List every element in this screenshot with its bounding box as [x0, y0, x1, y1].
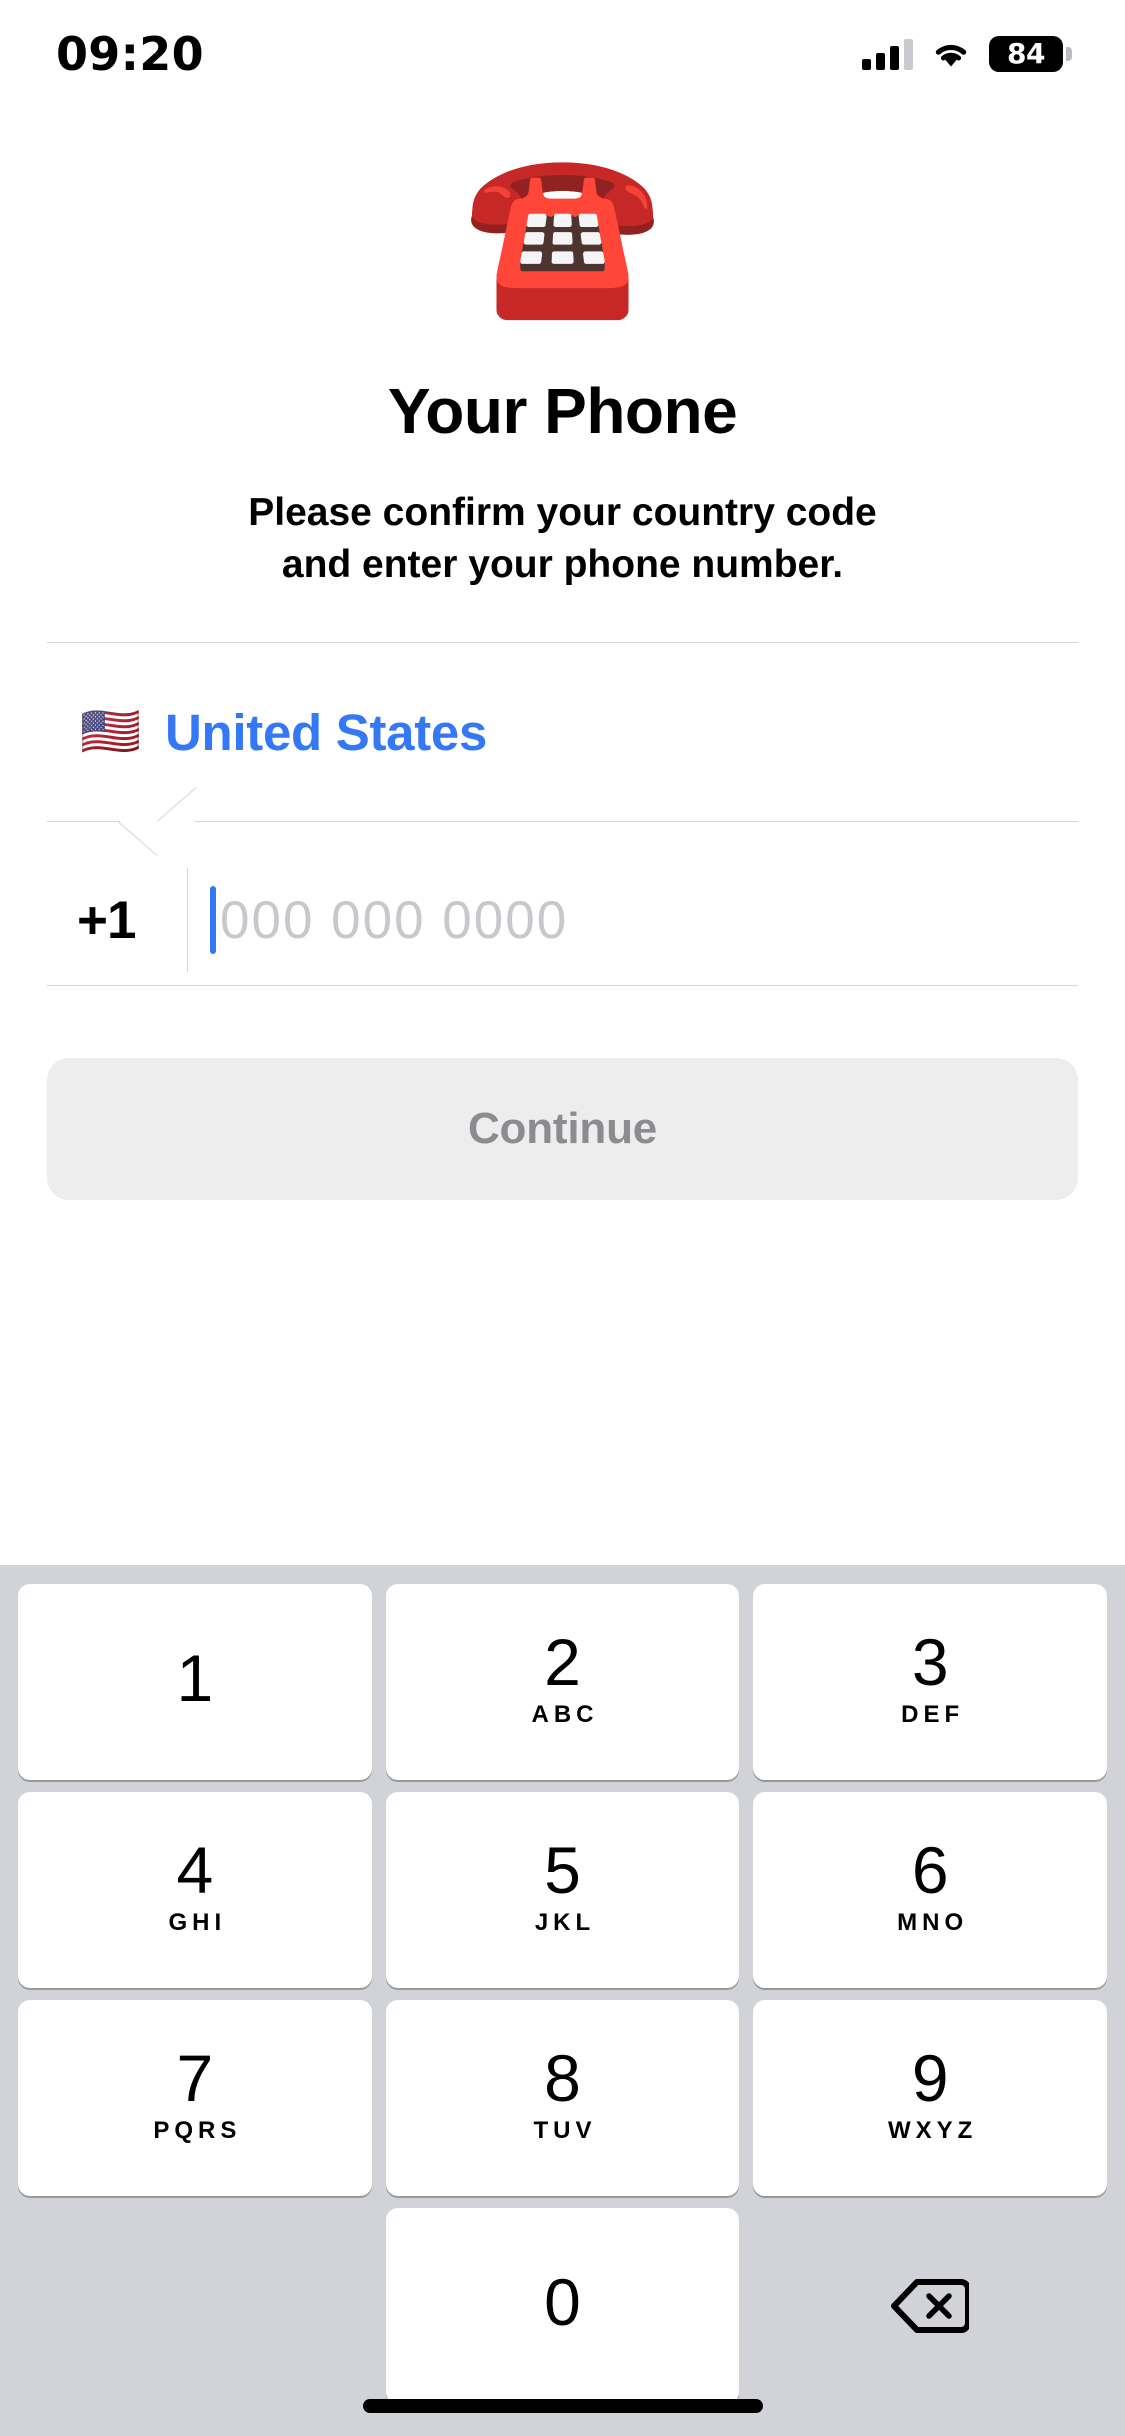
keypad-key-3-digit: 3 [911, 1625, 949, 1700]
numeric-keypad: 1 2 ABC 3 DEF 4 GHI 5 JKL 6 MNO 7 PQRS 8… [0, 1565, 1125, 2436]
wifi-icon [931, 39, 971, 69]
page-subtitle-line-1: Please confirm your country code [248, 491, 877, 535]
telephone-emoji: ☎️ [462, 142, 663, 321]
keypad-key-9-digit: 9 [911, 2041, 949, 2116]
keypad-key-7-digit: 7 [176, 2041, 214, 2116]
country-selector[interactable]: 🇺🇸 United States [47, 643, 1078, 821]
country-flag-icon: 🇺🇸 [80, 704, 142, 759]
keypad-key-4-digit: 4 [176, 1833, 214, 1908]
status-bar-time: 09:20 [56, 27, 204, 81]
keypad-row-1: 1 2 ABC 3 DEF [11, 1584, 1114, 1792]
home-indicator [362, 2399, 763, 2413]
status-bar: 09:20 84 [0, 0, 1125, 100]
status-bar-indicators: 84 [862, 36, 1072, 72]
country-name-label: United States [165, 703, 488, 761]
keypad-key-7[interactable]: 7 PQRS [18, 2000, 372, 2196]
country-code-label: +1 [77, 890, 136, 950]
keypad-row-3: 7 PQRS 8 TUV 9 WXYZ [11, 2000, 1114, 2208]
main-content: ☎️ Your Phone Please confirm your countr… [0, 100, 1125, 1201]
keypad-key-1-digit: 1 [176, 1641, 214, 1716]
keypad-key-0-digit: 0 [544, 2265, 581, 2340]
keypad-key-2[interactable]: 2 ABC [385, 1584, 740, 1780]
text-caret [210, 886, 216, 955]
keypad-key-5[interactable]: 5 JKL [385, 1792, 740, 1988]
continue-button[interactable]: Continue [47, 1058, 1078, 1201]
page-subtitle-line-2: and enter your phone number. [281, 542, 844, 586]
keypad-key-0[interactable]: 0 [385, 2208, 740, 2404]
keypad-key-6-digit: 6 [911, 1833, 949, 1908]
divider-bottom [47, 985, 1078, 987]
keypad-key-8-digit: 8 [544, 2041, 581, 2116]
keypad-key-8[interactable]: 8 TUV [385, 2000, 740, 2196]
phone-number-row[interactable]: +1 000 000 0000 [47, 855, 1078, 985]
keypad-key-5-digit: 5 [544, 1833, 581, 1908]
phone-number-input[interactable]: 000 000 0000 [220, 890, 568, 951]
cellular-bars-icon [862, 38, 913, 70]
phone-signup-screen: 09:20 84 ☎️ Your Phone Please confirm yo… [0, 0, 1125, 2436]
phone-form: 🇺🇸 United States +1 000 000 0000 [47, 642, 1078, 987]
keypad-key-7-letters: PQRS [153, 2116, 242, 2144]
keypad-key-2-digit: 2 [544, 1625, 581, 1700]
keypad-key-6[interactable]: 6 MNO [753, 1792, 1108, 1988]
keypad-key-9[interactable]: 9 WXYZ [753, 2000, 1108, 2196]
backspace-icon[interactable] [753, 2208, 1107, 2404]
keypad-spacer-left [18, 2208, 372, 2404]
battery-icon: 84 [989, 36, 1072, 72]
keypad-key-9-letters: WXYZ [888, 2116, 978, 2144]
keypad-row-2: 4 GHI 5 JKL 6 MNO [11, 1792, 1114, 2000]
keypad-key-2-letters: ABC [531, 1700, 599, 1728]
keypad-key-5-letters: JKL [534, 1908, 596, 1936]
page-subtitle: Please confirm your country code and ent… [248, 487, 877, 590]
divider-with-chevron-notch [47, 787, 1078, 865]
field-separator [187, 868, 188, 973]
chevron-down-icon [117, 821, 158, 857]
keypad-key-4-letters: GHI [168, 1908, 227, 1936]
battery-level-label: 84 [1007, 37, 1045, 70]
keypad-key-3[interactable]: 3 DEF [753, 1584, 1108, 1780]
page-title: Your Phone [387, 375, 738, 447]
keypad-key-3-letters: DEF [901, 1700, 965, 1728]
keypad-key-4[interactable]: 4 GHI [18, 1792, 372, 1988]
keypad-key-6-letters: MNO [897, 1908, 969, 1936]
keypad-row-4: 0 [11, 2208, 1114, 2416]
keypad-key-8-letters: TUV [533, 2116, 597, 2144]
keypad-key-1[interactable]: 1 [18, 1584, 372, 1780]
